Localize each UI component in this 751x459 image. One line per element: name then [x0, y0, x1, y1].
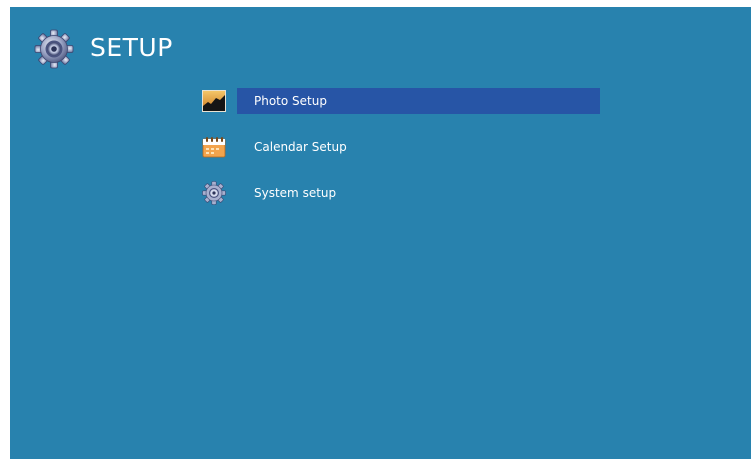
menu-item-label: Calendar Setup	[254, 140, 347, 154]
setup-screen: SETUP Photo Setup Calendar Setup System …	[10, 7, 751, 459]
menu-item-system-setup[interactable]: System setup	[198, 180, 600, 206]
gear-icon	[202, 181, 226, 205]
menu-item-photo-setup[interactable]: Photo Setup	[198, 88, 600, 114]
page-title: SETUP	[90, 33, 173, 62]
menu-item-label: System setup	[254, 186, 337, 200]
gear-icon	[34, 29, 74, 69]
photo-landscape-icon	[202, 89, 226, 113]
calendar-icon	[202, 135, 226, 159]
menu-item-label: Photo Setup	[254, 94, 327, 108]
menu-item-calendar-setup[interactable]: Calendar Setup	[198, 134, 600, 160]
